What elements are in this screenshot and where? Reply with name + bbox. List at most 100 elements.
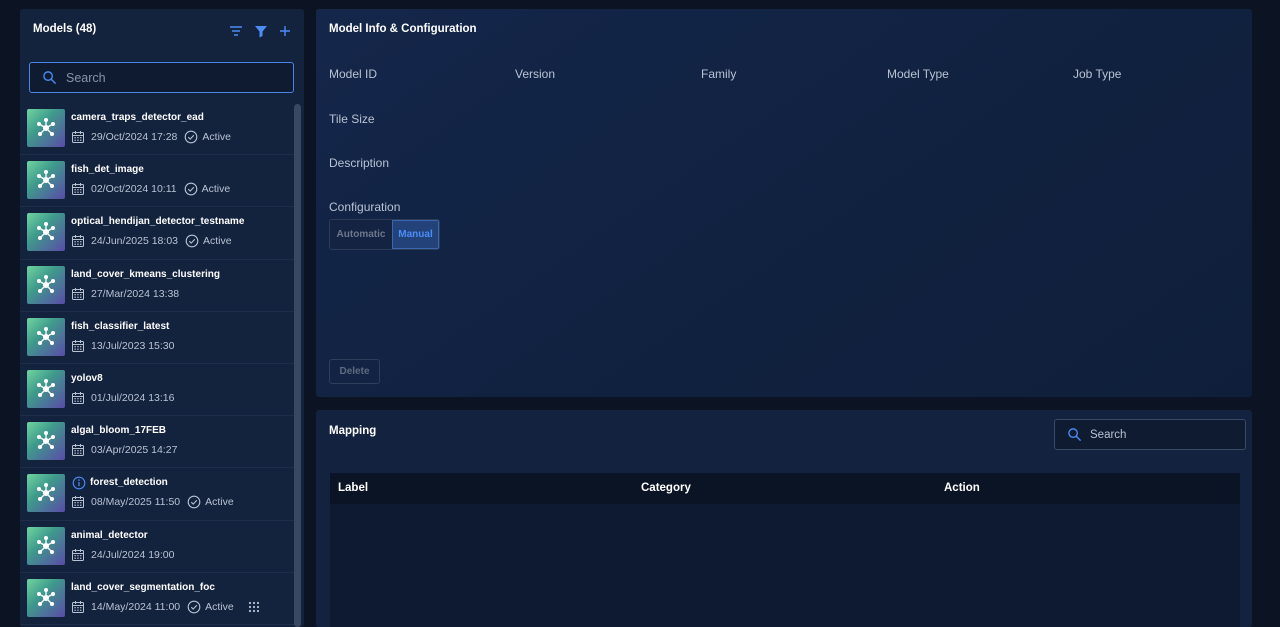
- model-list-item[interactable]: land_cover_segmentation_foc 14/May/2024 1…: [20, 573, 294, 625]
- model-meta: 01/Jul/2024 13:16: [71, 391, 175, 405]
- calendar-icon: [71, 339, 85, 353]
- model-meta: 24/Jul/2024 19:00: [71, 548, 175, 562]
- mapping-table: Label Category Action: [330, 473, 1240, 627]
- check-circle-icon: [184, 182, 198, 196]
- mapping-table-header: Label Category Action: [330, 473, 1240, 504]
- model-thumbnail: [27, 213, 65, 252]
- model-list-item[interactable]: yolov8 01/Jul/2024 13:16: [20, 364, 294, 417]
- model-list-scrollbar[interactable]: [294, 104, 301, 627]
- description-label: Description: [329, 156, 390, 170]
- model-meta: 02/Oct/2024 10:11 Active: [71, 182, 230, 196]
- add-icon[interactable]: [277, 23, 293, 39]
- model-id-label: Model ID: [329, 67, 378, 81]
- check-circle-icon: [187, 495, 201, 509]
- check-circle-icon: [187, 600, 201, 614]
- model-meta: 29/Oct/2024 17:28 Active: [71, 130, 231, 144]
- model-meta: 13/Jul/2023 15:30: [71, 339, 175, 353]
- info-icon[interactable]: [72, 476, 86, 490]
- column-category[interactable]: Category: [641, 482, 691, 494]
- model-date: 03/Apr/2025 14:27: [91, 444, 178, 457]
- calendar-icon: [71, 391, 85, 405]
- model-list-item[interactable]: land_cover_kmeans_clustering 27/Mar/2024 …: [20, 260, 294, 312]
- calendar-icon: [71, 287, 85, 301]
- model-date: 14/May/2024 11:00: [91, 600, 181, 613]
- model-name: fish_det_image: [71, 164, 144, 176]
- model-list-item[interactable]: animal_detector 24/Jul/2024 19:00: [20, 521, 294, 573]
- model-thumbnail: [27, 422, 65, 461]
- family-label: Family: [701, 67, 737, 81]
- drag-grid-icon[interactable]: [247, 600, 261, 614]
- model-status: Active: [205, 600, 234, 613]
- model-list-item[interactable]: algal_bloom_17FEB 03/Apr/2025 14:27: [20, 416, 294, 469]
- model-date: 29/Oct/2024 17:28: [91, 131, 178, 143]
- model-meta: 14/May/2024 11:00 Active: [71, 600, 261, 614]
- model-thumbnail: [27, 526, 65, 565]
- sort-icon[interactable]: [228, 23, 244, 39]
- models-search[interactable]: [29, 62, 294, 93]
- calendar-icon: [71, 600, 85, 614]
- model-date: 24/Jun/2025 18:03: [91, 235, 178, 248]
- model-date: 01/Jul/2024 13:16: [91, 391, 175, 404]
- job-type-label: Job Type: [1073, 67, 1122, 81]
- calendar-icon: [71, 443, 85, 457]
- model-info-panel: Model Info & Configuration Model ID Vers…: [316, 9, 1252, 397]
- mapping-title: Mapping: [329, 425, 377, 437]
- model-name: optical_hendijan_detector_testname: [71, 216, 245, 228]
- model-thumbnail: [27, 265, 65, 304]
- model-name: fish_classifier_latest: [71, 320, 170, 332]
- model-list-item[interactable]: optical_hendijan_detector_testname 24/Jun…: [20, 207, 294, 260]
- model-list-item[interactable]: camera_traps_detector_ead 29/Oct/2024 17:…: [20, 103, 294, 156]
- model-info-title: Model Info & Configuration: [329, 23, 477, 35]
- model-thumbnail: [27, 161, 65, 200]
- calendar-icon: [71, 495, 85, 509]
- check-circle-icon: [184, 130, 198, 144]
- models-panel: Models (48) camera_traps_detector_ead 29/…: [20, 9, 304, 627]
- automatic-option[interactable]: Automatic: [330, 220, 392, 249]
- model-list-item[interactable]: fish_classifier_latest 13/Jul/2023 15:30: [20, 312, 294, 364]
- manual-option[interactable]: Manual: [392, 220, 439, 249]
- model-thumbnail: [27, 369, 65, 408]
- configuration-label: Configuration: [329, 200, 401, 214]
- model-meta: 03/Apr/2025 14:27: [71, 443, 177, 457]
- mapping-search-input[interactable]: [1090, 427, 1240, 443]
- model-thumbnail: [27, 578, 65, 617]
- model-thumbnail: [27, 474, 65, 513]
- model-status: Active: [205, 496, 234, 509]
- model-type-label: Model Type: [887, 67, 949, 81]
- model-name: forest_detection: [90, 477, 168, 489]
- model-status: Active: [201, 183, 231, 196]
- model-date: 24/Jul/2024 19:00: [91, 548, 175, 561]
- filter-icon[interactable]: [253, 23, 269, 39]
- model-meta: 27/Mar/2024 13:38: [71, 287, 179, 301]
- models-search-input[interactable]: [66, 69, 281, 87]
- mapping-panel: Mapping Label Category Action: [316, 410, 1252, 627]
- model-name: animal_detector: [71, 529, 148, 541]
- tile-size-label: Tile Size: [329, 112, 375, 126]
- model-thumbnail: [27, 109, 65, 147]
- model-name: land_cover_kmeans_clustering: [71, 268, 220, 280]
- calendar-icon: [71, 182, 85, 196]
- model-list-item[interactable]: fish_det_image 02/Oct/2024 10:11 Active: [20, 155, 294, 208]
- mapping-search[interactable]: [1054, 419, 1246, 450]
- column-action[interactable]: Action: [944, 482, 980, 494]
- configuration-toggle: Automatic Manual: [329, 219, 440, 250]
- model-date: 13/Jul/2023 15:30: [91, 339, 175, 352]
- model-list: camera_traps_detector_ead 29/Oct/2024 17:…: [20, 103, 294, 625]
- model-meta: 08/May/2025 11:50 Active: [71, 495, 234, 509]
- model-status: Active: [202, 131, 231, 143]
- model-date: 08/May/2025 11:50: [91, 496, 181, 509]
- delete-button[interactable]: Delete: [329, 359, 380, 384]
- version-label: Version: [515, 67, 556, 81]
- search-icon: [1067, 427, 1082, 442]
- model-name: land_cover_segmentation_foc: [71, 581, 215, 593]
- model-list-item[interactable]: forest_detection 08/May/2025 11:50 Active: [20, 468, 294, 521]
- model-status: Active: [203, 235, 232, 248]
- check-circle-icon: [185, 234, 199, 248]
- model-name: camera_traps_detector_ead: [71, 112, 204, 123]
- model-name: yolov8: [71, 372, 103, 384]
- models-title: Models (48): [33, 23, 97, 35]
- calendar-icon: [71, 130, 85, 144]
- column-label[interactable]: Label: [338, 482, 368, 494]
- model-thumbnail: [27, 317, 65, 356]
- model-name: algal_bloom_17FEB: [71, 425, 167, 437]
